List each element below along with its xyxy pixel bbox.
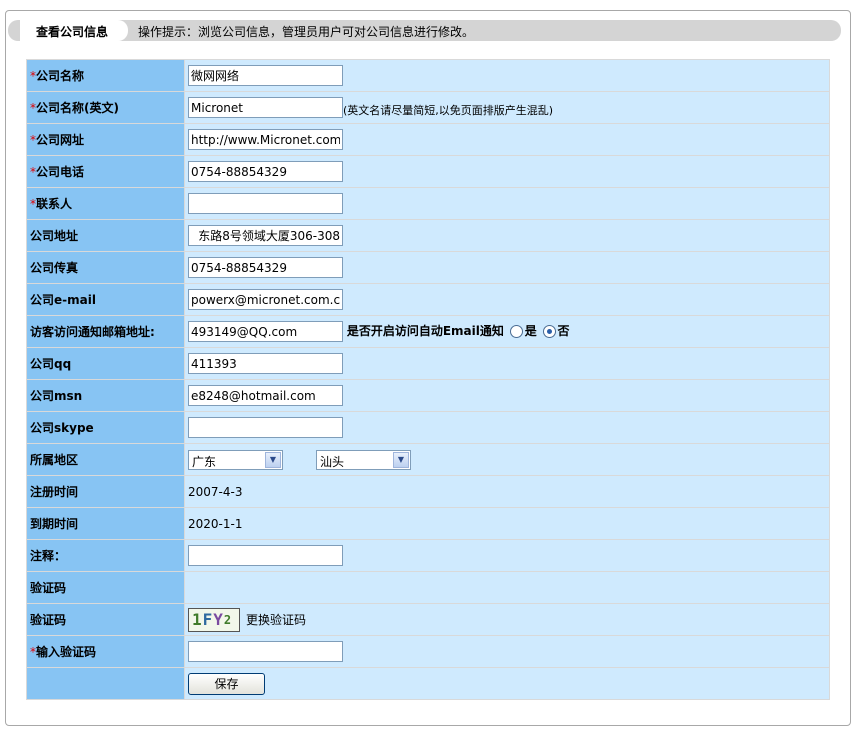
qq-input[interactable] bbox=[188, 353, 343, 374]
region-label: 所属地区 bbox=[27, 444, 184, 475]
row-address: 公司地址 bbox=[27, 220, 829, 251]
captcha-label: 验证码 bbox=[27, 604, 184, 635]
row-fax: 公司传真 bbox=[27, 252, 829, 283]
row-skype: 公司skype bbox=[27, 412, 829, 443]
province-select[interactable]: 广东 ▼ bbox=[188, 449, 283, 470]
remark-label: 注释： bbox=[27, 540, 184, 571]
address-input[interactable] bbox=[188, 225, 343, 246]
notify-yes-label: 是 bbox=[524, 324, 537, 338]
refresh-captcha-link[interactable]: 更换验证码 bbox=[246, 613, 306, 627]
company-info-form: *公司名称 *公司名称(英文) (英文名请尽量简短,以免页面排版产生混乱) *公… bbox=[26, 59, 830, 700]
company-name-label: 公司名称 bbox=[36, 69, 85, 83]
phone-label: 公司电话 bbox=[36, 165, 85, 179]
chevron-down-icon[interactable]: ▼ bbox=[265, 451, 281, 468]
row-captcha-input: *输入验证码 bbox=[27, 636, 829, 667]
row-actions: 保存 bbox=[27, 668, 829, 699]
notify-no-radio[interactable] bbox=[542, 325, 556, 338]
chevron-down-icon[interactable]: ▼ bbox=[393, 451, 409, 468]
fax-input[interactable] bbox=[188, 257, 343, 278]
website-input[interactable] bbox=[188, 129, 343, 150]
qq-label: 公司qq bbox=[27, 348, 184, 379]
address-label: 公司地址 bbox=[27, 220, 184, 251]
row-visitor-email: 访客访问通知邮箱地址: 是否开启访问自动Email通知 是 否 bbox=[27, 316, 829, 347]
contact-label: 联系人 bbox=[36, 197, 73, 211]
row-qq: 公司qq bbox=[27, 348, 829, 379]
city-select[interactable]: 汕头 ▼ bbox=[316, 449, 411, 470]
expire-time-label: 到期时间 bbox=[27, 508, 184, 539]
auto-notify-question: 是否开启访问自动Email通知 bbox=[346, 324, 504, 338]
province-value: 广东 bbox=[192, 454, 217, 469]
captcha-input-label: 输入验证码 bbox=[36, 645, 97, 659]
phone-input[interactable] bbox=[188, 161, 343, 182]
row-phone: *公司电话 bbox=[27, 156, 829, 187]
msn-label: 公司msn bbox=[27, 380, 184, 411]
visitor-email-input[interactable] bbox=[188, 321, 343, 342]
company-name-input[interactable] bbox=[188, 65, 343, 86]
page-title: 查看公司信息 bbox=[36, 25, 109, 39]
notify-no-label: 否 bbox=[557, 324, 570, 338]
row-company-name-en: *公司名称(英文) (英文名请尽量简短,以免页面排版产生混乱) bbox=[27, 92, 829, 123]
row-msn: 公司msn bbox=[27, 380, 829, 411]
skype-input[interactable] bbox=[188, 417, 343, 438]
contact-input[interactable] bbox=[188, 193, 343, 214]
operation-tip: 操作提示：浏览公司信息，管理员用户可对公司信息进行修改。 bbox=[138, 25, 475, 39]
notify-yes-radio[interactable] bbox=[509, 325, 523, 338]
row-company-name: *公司名称 bbox=[27, 60, 829, 91]
company-name-en-input[interactable] bbox=[188, 97, 343, 118]
city-value: 汕头 bbox=[320, 454, 345, 469]
email-label: 公司e-mail bbox=[27, 284, 184, 315]
visitor-email-label: 访客访问通知邮箱地址: bbox=[27, 316, 184, 347]
captcha-image[interactable]: 1FY2 bbox=[188, 607, 240, 632]
msn-input[interactable] bbox=[188, 385, 343, 406]
register-time-value: 2007-4-3 bbox=[188, 484, 243, 499]
row-captcha: 验证码 1FY2 更换验证码 bbox=[27, 604, 829, 635]
row-email: 公司e-mail bbox=[27, 284, 829, 315]
skype-label: 公司skype bbox=[27, 412, 184, 443]
save-button[interactable]: 保存 bbox=[188, 672, 265, 695]
register-time-label: 注册时间 bbox=[27, 476, 184, 507]
fax-label: 公司传真 bbox=[27, 252, 184, 283]
captcha-header-label: 验证码 bbox=[27, 572, 184, 603]
email-input[interactable] bbox=[188, 289, 343, 310]
expire-time-value: 2020-1-1 bbox=[188, 516, 243, 531]
company-name-en-hint: (英文名请尽量简短,以免页面排版产生混乱) bbox=[343, 104, 554, 117]
row-register-time: 注册时间 2007-4-3 bbox=[27, 476, 829, 507]
company-name-en-label: 公司名称(英文) bbox=[36, 101, 119, 115]
row-contact: *联系人 bbox=[27, 188, 829, 219]
website-label: 公司网址 bbox=[36, 133, 85, 147]
row-website: *公司网址 bbox=[27, 124, 829, 155]
captcha-input[interactable] bbox=[188, 641, 343, 662]
row-region: 所属地区 广东 ▼ 汕头 ▼ bbox=[27, 444, 829, 475]
row-captcha-header: 验证码 bbox=[27, 572, 829, 603]
remark-input[interactable] bbox=[188, 545, 343, 566]
row-remark: 注释： bbox=[27, 540, 829, 571]
row-expire-time: 到期时间 2020-1-1 bbox=[27, 508, 829, 539]
